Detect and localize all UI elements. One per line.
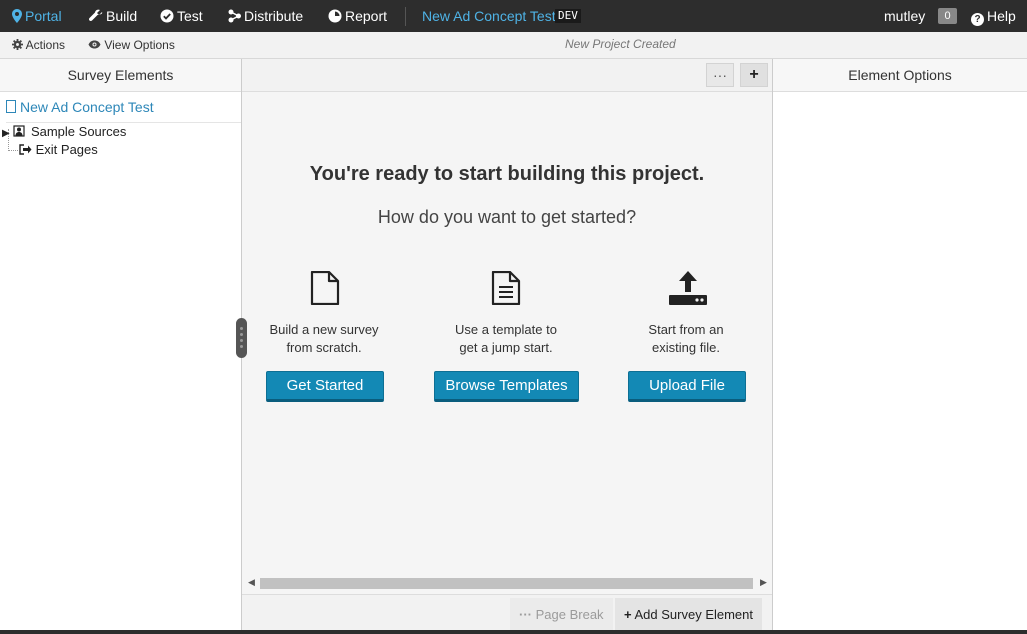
option-line: Build a new survey — [269, 322, 379, 337]
option-description: Use a template to get a jump start. — [426, 321, 586, 357]
add-survey-element-button[interactable]: + Add Survey Element — [615, 598, 763, 632]
project-title[interactable]: New Ad Concept Test — [422, 0, 556, 32]
help-label: Help — [987, 8, 1016, 24]
view-options-menu[interactable]: View Options — [88, 32, 175, 59]
horizontal-scrollbar[interactable]: ◀ ▶ — [246, 576, 769, 590]
canvas-bottom-bar: ··· Page Break + Add Survey Element — [242, 594, 772, 634]
template-document-icon — [491, 271, 521, 305]
tree-root-label: New Ad Concept Test — [20, 99, 154, 115]
option-description: Build a new survey from scratch. — [244, 321, 404, 357]
option-line: get a jump start. — [459, 340, 553, 355]
users-icon — [13, 124, 31, 139]
nav-test[interactable]: Test — [160, 0, 203, 32]
nav-test-label: Test — [177, 8, 203, 24]
share-nodes-icon — [228, 0, 241, 32]
help-link[interactable]: ? Help — [971, 0, 1016, 32]
element-options-header: Element Options — [773, 59, 1027, 92]
element-options-panel: Element Options — [773, 59, 1027, 634]
env-badge: DEV — [555, 9, 581, 23]
get-started-button[interactable]: Get Started — [266, 371, 384, 402]
option-line: Use a template to — [455, 322, 557, 337]
ellipsis-icon: ··· — [519, 607, 532, 622]
grip-dot — [240, 327, 243, 330]
nav-portal-label: Portal — [25, 8, 62, 24]
nav-build[interactable]: Build — [88, 0, 138, 32]
report-circle-icon — [328, 0, 342, 32]
document-icon — [6, 100, 16, 113]
user-menu[interactable]: mutley — [884, 0, 925, 32]
grip-dot — [240, 333, 243, 336]
check-circle-icon — [160, 0, 174, 32]
tree-item-exit-pages[interactable]: Exit Pages — [19, 142, 98, 157]
toolbar: Actions View Options New Project Created — [0, 32, 1027, 59]
blank-document-icon — [310, 271, 340, 305]
grip-dot — [240, 345, 243, 348]
view-options-label: View Options — [104, 38, 175, 52]
option-line: Start from an — [648, 322, 724, 337]
tree-item-label: Sample Sources — [30, 124, 127, 139]
tree-item-label: Exit Pages — [35, 142, 98, 157]
gear-icon — [12, 38, 26, 52]
upload-file-button[interactable]: Upload File — [628, 371, 746, 402]
nav-distribute[interactable]: Distribute — [228, 0, 303, 32]
scroll-right-icon[interactable]: ▶ — [760, 577, 767, 588]
welcome-title: You're ready to start building this proj… — [309, 163, 705, 185]
nav-build-label: Build — [106, 8, 138, 24]
add-button[interactable]: + — [740, 63, 768, 87]
expand-arrow-icon[interactable]: ▶ — [2, 128, 10, 139]
nav-portal[interactable]: Portal — [12, 0, 62, 32]
survey-elements-header: Survey Elements — [0, 59, 241, 92]
canvas-top-bar: ··· + — [242, 59, 772, 92]
nav-report-label: Report — [345, 8, 388, 24]
top-nav: Portal Build Test Distribute Report New … — [0, 0, 1027, 32]
actions-label: Actions — [25, 38, 66, 52]
window-bottom-edge — [0, 630, 1027, 634]
scroll-left-icon[interactable]: ◀ — [248, 577, 255, 588]
canvas-panel: ··· + You're ready to start building thi… — [242, 59, 773, 634]
map-pin-icon — [12, 0, 22, 32]
tree-root-survey[interactable]: New Ad Concept Test — [6, 99, 154, 115]
tree-divider — [6, 122, 241, 123]
survey-elements-panel: Survey Elements New Ad Concept Test ▶ Sa… — [0, 59, 242, 634]
option-description: Start from an existing file. — [606, 321, 766, 357]
add-survey-element-label: Add Survey Element — [634, 607, 754, 622]
nav-divider — [405, 7, 406, 26]
panel-resize-handle[interactable] — [236, 318, 247, 358]
page-break-button[interactable]: ··· Page Break — [510, 598, 613, 632]
notification-badge[interactable]: 0 — [938, 8, 957, 24]
status-message: New Project Created — [565, 37, 676, 51]
actions-menu[interactable]: Actions — [12, 32, 65, 59]
sign-out-icon — [19, 142, 36, 157]
option-line: existing file. — [652, 340, 720, 355]
page-break-label: Page Break — [535, 607, 604, 622]
nav-report[interactable]: Report — [328, 0, 387, 32]
upload-icon — [669, 271, 707, 305]
more-options-button[interactable]: ··· — [706, 63, 734, 87]
plus-icon: + — [624, 607, 632, 622]
option-line: from scratch. — [286, 340, 362, 355]
browse-templates-button[interactable]: Browse Templates — [434, 371, 579, 402]
tree-connector — [8, 150, 18, 151]
welcome-subtitle: How do you want to get started? — [377, 207, 637, 227]
nav-distribute-label: Distribute — [244, 8, 304, 24]
question-circle-icon: ? — [971, 13, 984, 26]
tree-item-sample-sources[interactable]: ▶ Sample Sources — [2, 124, 126, 139]
eye-icon — [88, 38, 104, 52]
grip-dot — [240, 339, 243, 342]
wrench-icon — [88, 0, 103, 32]
scrollbar-thumb[interactable] — [260, 578, 753, 589]
